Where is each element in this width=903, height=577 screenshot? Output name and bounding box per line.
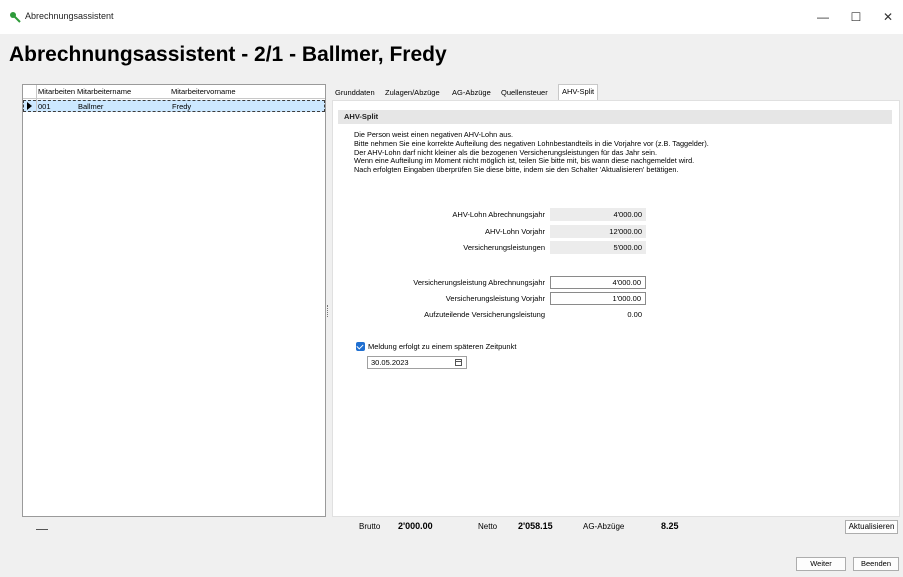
window-title: Abrechnungsassistent (25, 11, 114, 21)
title-bar: Abrechnungsassistent — ☐ ✕ (0, 0, 903, 34)
value-ahv-lohn-vorjahr: 12'000.00 (550, 225, 646, 238)
field-row: AHV-Lohn Abrechnungsjahr (333, 208, 545, 221)
field-row: Aufzuteilende Versicherungsleistung (333, 308, 545, 321)
tab-strip: Grunddaten Zulagen/Abzüge AG-Abzüge Quel… (332, 84, 900, 100)
wrench-icon (10, 12, 21, 23)
date-field[interactable]: 30.05.2023 (367, 356, 467, 369)
cell-firstname: Fredy (172, 102, 192, 111)
value-aufzuteilende-versicherungsleistung: 0.00 (627, 310, 642, 319)
field-label-versicherungsleistung-vorjahr: Versicherungsleistung Vorjahr (445, 294, 545, 303)
grid-header: Mitarbeiten Mitarbeitername Mitarbeiterv… (23, 85, 325, 99)
field-label-versicherungsleistungen: Versicherungsleistungen (463, 243, 545, 252)
field-label-aufzuteilende-versicherungsleistung: Aufzuteilende Versicherungsleistung (424, 310, 545, 319)
description-line: Nach erfolgten Eingaben überprüfen Sie d… (354, 165, 679, 175)
tab-content-ahv-split: AHV-Split Die Person weist einen negativ… (332, 100, 900, 517)
cell-id: 001 (38, 102, 51, 111)
ag-abzuege-value: 8.25 (661, 521, 679, 531)
date-value: 30.05.2023 (371, 358, 409, 367)
refresh-button[interactable]: Aktualisieren (845, 520, 898, 534)
field-label-ahv-lohn-abrechnungsjahr: AHV-Lohn Abrechnungsjahr (452, 210, 545, 219)
next-button[interactable]: Weiter (796, 557, 846, 571)
field-row: Versicherungsleistung Vorjahr (333, 292, 545, 305)
ag-abzuege-label: AG-Abzüge (583, 522, 625, 531)
netto-label: Netto (478, 522, 498, 531)
versicherungsleistung-vorjahr-input[interactable]: 1'000.00 (550, 292, 646, 305)
value-ahv-lohn-abrechnungsjahr: 4'000.00 (550, 208, 646, 221)
list-footer-dash (36, 529, 48, 530)
row-header-divider (36, 85, 37, 112)
netto-value: 2'058.15 (518, 521, 553, 531)
column-header-name[interactable]: Mitarbeitername (77, 87, 131, 96)
section-title: AHV-Split (344, 112, 379, 121)
description-text: Die Person weist einen negativen AHV-Loh… (354, 130, 884, 175)
splitter-handle[interactable] (327, 305, 329, 317)
status-bar: Brutto 2'000.00 Netto 2'058.15 AG-Abzüge… (332, 517, 900, 537)
later-report-checkbox[interactable] (356, 342, 365, 351)
field-label-ahv-lohn-vorjahr: AHV-Lohn Vorjahr (484, 227, 545, 236)
brutto-label: Brutto (359, 522, 381, 531)
field-row: AHV-Lohn Vorjahr (333, 225, 545, 238)
field-row: Versicherungsleistungen (333, 241, 545, 254)
brutto-value: 2'000.00 (398, 521, 433, 531)
column-header-id[interactable]: Mitarbeiten (38, 87, 75, 96)
tab-quellensteuer[interactable]: Quellensteuer (498, 86, 551, 100)
page-header: Abrechnungsassistent - 2/1 - Ballmer, Fr… (0, 34, 903, 72)
field-label-versicherungsleistung-abrechnungsjahr: Versicherungsleistung Abrechnungsjahr (413, 278, 545, 287)
calendar-icon[interactable] (455, 359, 462, 366)
minimize-button[interactable]: — (808, 8, 838, 26)
cell-name: Ballmer (78, 102, 104, 111)
finish-button[interactable]: Beenden (853, 557, 899, 571)
employee-grid: Mitarbeiten Mitarbeitername Mitarbeiterv… (22, 84, 326, 517)
close-button[interactable]: ✕ (873, 8, 903, 26)
column-header-firstname[interactable]: Mitarbeitervorname (171, 87, 236, 96)
value-versicherungsleistungen: 5'000.00 (550, 241, 646, 254)
field-row: Versicherungsleistung Abrechnungsjahr (333, 276, 545, 289)
tab-grunddaten[interactable]: Grunddaten (332, 86, 378, 100)
page-title: Abrechnungsassistent - 2/1 - Ballmer, Fr… (9, 43, 447, 66)
versicherungsleistung-abrechnungsjahr-input[interactable]: 4'000.00 (550, 276, 646, 289)
row-indicator-icon (27, 102, 32, 110)
tab-ag-abzuege[interactable]: AG-Abzüge (449, 86, 494, 100)
section-header: AHV-Split (338, 110, 892, 124)
table-row[interactable]: 001 Ballmer Fredy (23, 100, 325, 112)
tab-zulagen-abzuege[interactable]: Zulagen/Abzüge (382, 86, 443, 100)
later-report-label[interactable]: Meldung erfolgt zu einem späteren Zeitpu… (368, 342, 516, 351)
maximize-button[interactable]: ☐ (841, 8, 871, 26)
tab-ahv-split[interactable]: AHV-Split (558, 84, 599, 100)
